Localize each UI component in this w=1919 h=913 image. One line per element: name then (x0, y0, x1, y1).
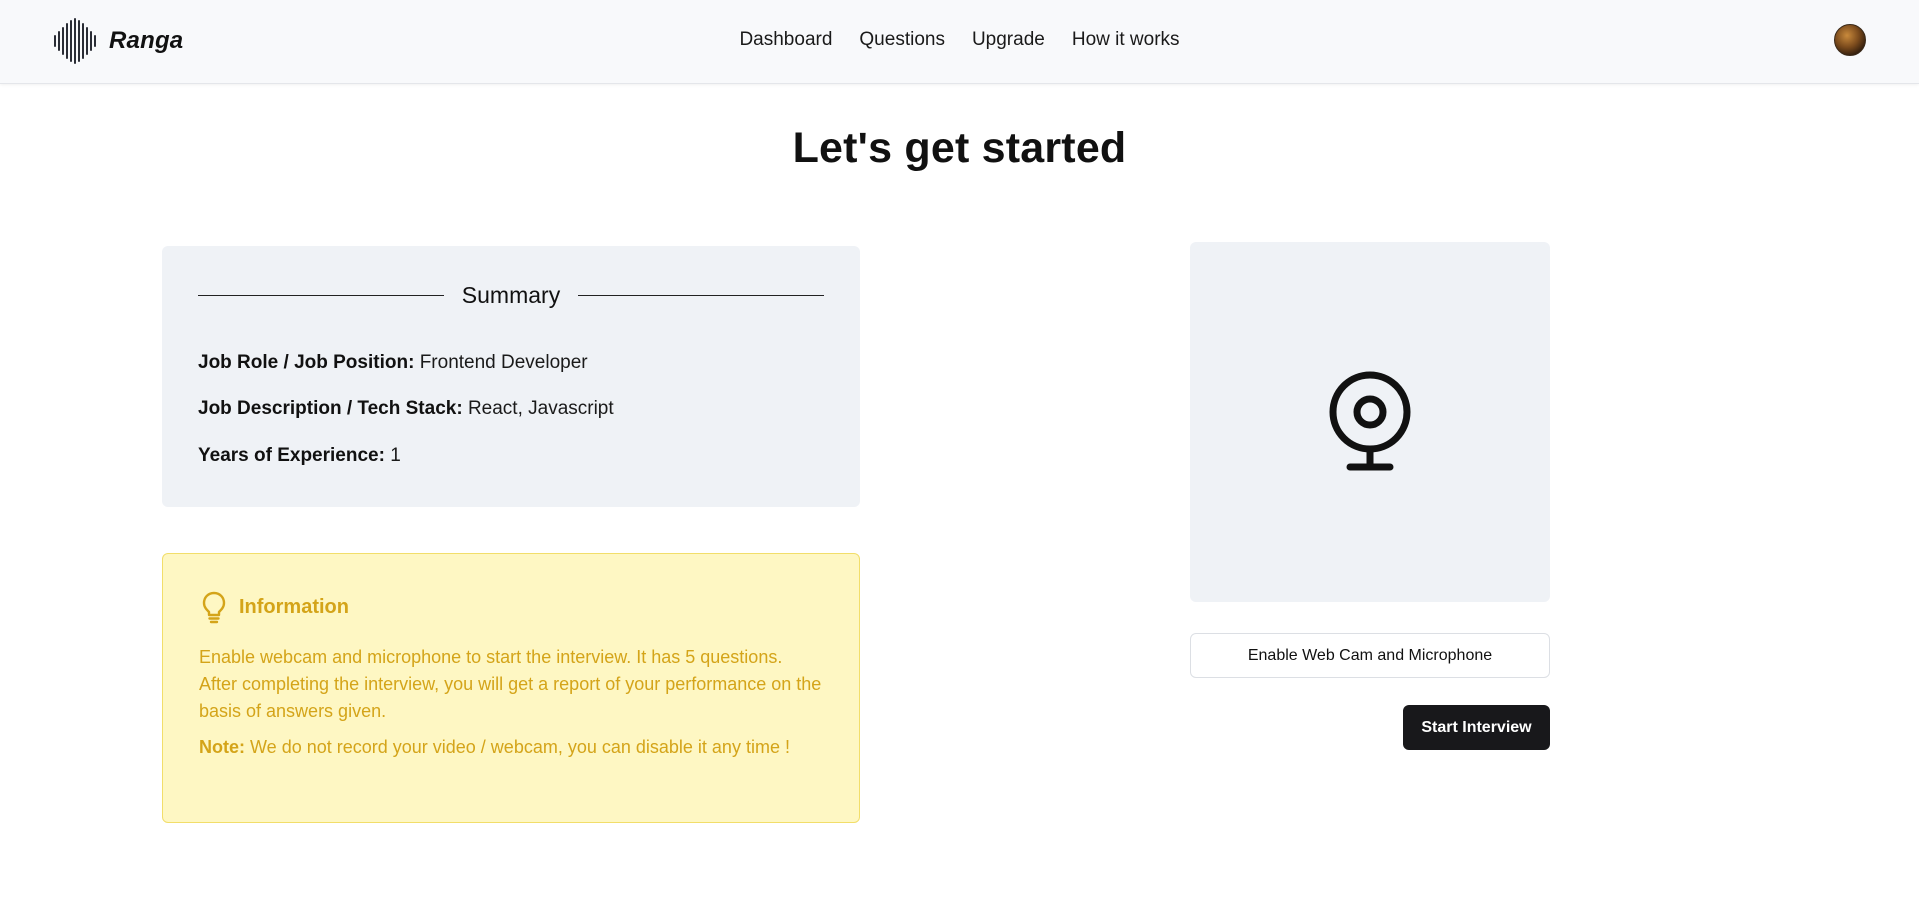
experience-label: Years of Experience: (198, 445, 385, 466)
user-avatar[interactable] (1834, 24, 1866, 56)
summary-heading: Summary (198, 282, 824, 309)
lightbulb-icon (202, 591, 226, 624)
webcam-preview (1190, 242, 1550, 602)
note-label: Note: (199, 737, 245, 757)
nav-item-dashboard[interactable]: Dashboard (739, 28, 832, 52)
experience-row: Years of Experience: 1 (198, 445, 401, 467)
information-text: Enable webcam and microphone to start th… (199, 647, 822, 721)
information-title: Information (239, 595, 349, 618)
information-note: Note: We do not record your video / webc… (199, 734, 823, 761)
summary-title: Summary (461, 282, 561, 308)
job-description-value: React, Javascript (467, 398, 614, 419)
nav-item-questions[interactable]: Questions (859, 28, 945, 52)
information-card: Information Enable webcam and microphone… (162, 553, 860, 823)
main-nav: Dashboard Questions Upgrade How it works (0, 28, 1919, 52)
summary-card: Summary Job Role / Job Position: Fronten… (162, 246, 860, 507)
job-description-row: Job Description / Tech Stack: React, Jav… (198, 398, 614, 420)
information-header: Information (199, 590, 349, 624)
page-title: Let's get started (792, 124, 1127, 172)
webcam-icon (1329, 371, 1411, 471)
job-role-row: Job Role / Job Position: Frontend Develo… (198, 352, 588, 374)
top-navbar: Ranga Dashboard Questions Upgrade How it… (0, 0, 1919, 84)
enable-webcam-button[interactable]: Enable Web Cam and Microphone (1190, 633, 1550, 678)
start-interview-button[interactable]: Start Interview (1403, 705, 1550, 750)
nav-item-upgrade[interactable]: Upgrade (972, 28, 1045, 52)
nav-item-how-it-works[interactable]: How it works (1072, 28, 1180, 52)
divider (198, 295, 444, 296)
note-text: We do not record your video / webcam, yo… (250, 737, 790, 757)
job-description-label: Job Description / Tech Stack: (198, 398, 463, 419)
job-role-label: Job Role / Job Position: (198, 352, 415, 373)
divider (578, 295, 824, 296)
experience-value: 1 (390, 445, 401, 466)
job-role-value: Frontend Developer (419, 352, 588, 373)
